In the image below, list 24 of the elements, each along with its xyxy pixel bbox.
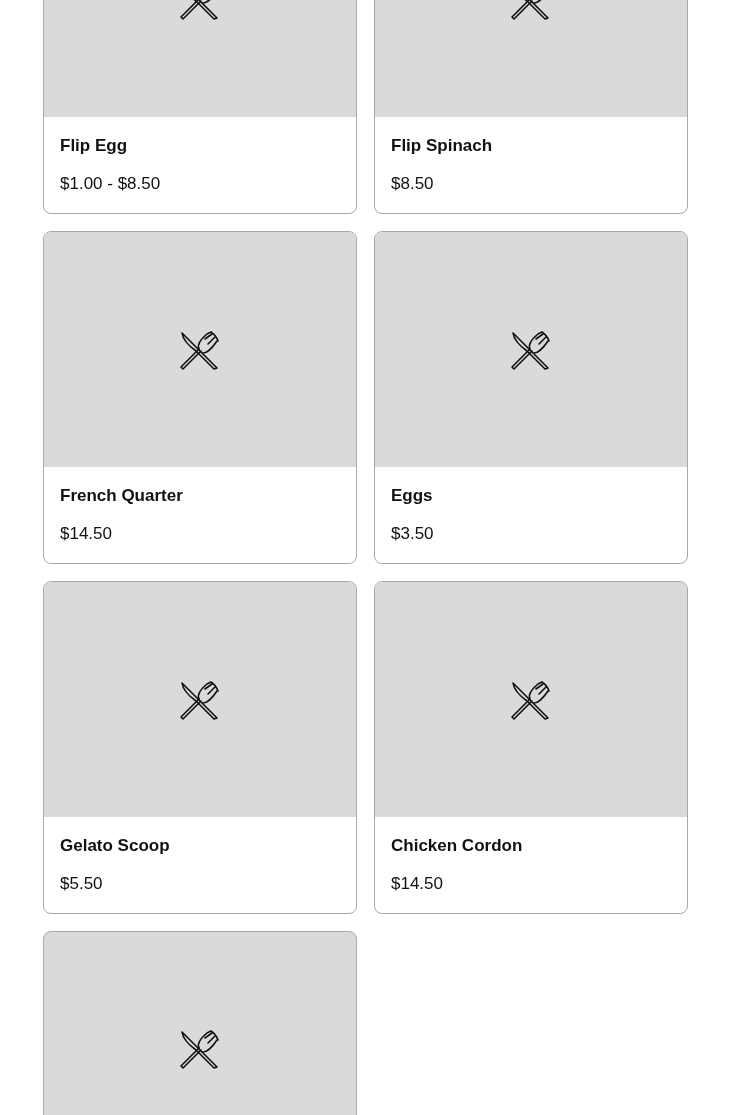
item-name: Eggs [391, 485, 434, 507]
item-name: Chicken Cordon [391, 835, 524, 857]
item-name: Flip Egg [60, 135, 129, 157]
item-name: French Quarter [60, 485, 184, 507]
item-price: $8.50 [391, 173, 435, 195]
item-price: $3.50 [391, 523, 435, 545]
knife-and-fork-icon [179, 328, 221, 371]
menu-item-card[interactable]: Chicken Cordon $14.50 [374, 581, 688, 914]
knife-and-fork-icon [179, 1028, 221, 1070]
item-price: $5.50 [60, 873, 104, 895]
menu-item-card[interactable]: Eggs $3.50 [374, 231, 688, 564]
item-name: Flip Spinach [391, 135, 494, 157]
item-price: $14.50 [60, 523, 113, 545]
knife-and-fork-icon [510, 328, 552, 371]
menu-item-card[interactable]: French Quarter $14.50 [43, 231, 357, 564]
menu-item-card[interactable]: Flip Egg $1.00 - $8.50 [43, 0, 357, 214]
knife-and-fork-icon [510, 678, 552, 721]
knife-and-fork-icon [179, 678, 221, 721]
item-name: Gelato Scoop [60, 835, 171, 857]
item-price: $1.00 - $8.50 [60, 173, 162, 195]
menu-item-card[interactable] [43, 931, 357, 1115]
item-price: $14.50 [391, 873, 444, 895]
menu-item-card[interactable]: Flip Spinach $8.50 [374, 0, 688, 214]
menu-item-card[interactable]: Gelato Scoop $5.50 [43, 581, 357, 914]
